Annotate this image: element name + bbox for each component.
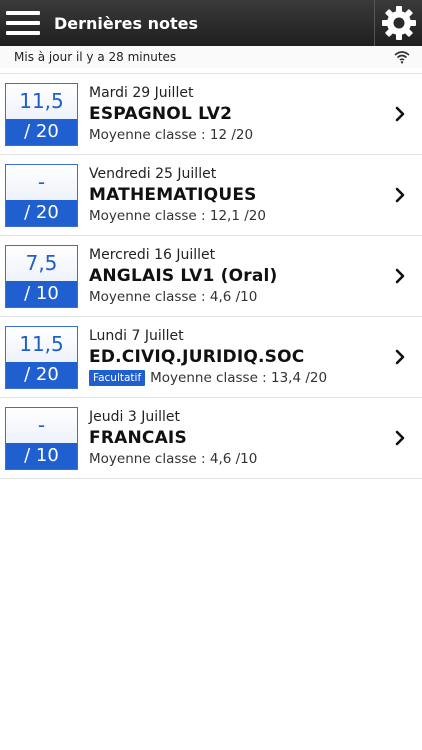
grade-box: - / 20 <box>5 163 78 227</box>
gear-icon <box>381 6 416 40</box>
page-title: Dernières notes <box>54 13 198 33</box>
grade-box: - / 10 <box>5 406 78 470</box>
grade-date: Vendredi 25 Juillet <box>89 166 217 182</box>
class-average-line: Moyenne classe : 4,6 /10 <box>89 288 392 306</box>
grade-date: Lundi 7 Juillet <box>89 328 184 344</box>
wifi-icon <box>394 51 410 64</box>
grade-scale: / 20 <box>6 118 77 145</box>
grade-scale: / 10 <box>6 280 77 307</box>
class-average: Moyenne classe : 13,4 /20 <box>150 370 328 386</box>
grades-list: 11,5 / 20 Mardi 29 Juillet ESPAGNOL LV2 … <box>0 73 422 479</box>
grade-row[interactable]: 11,5 / 20 Lundi 7 Juillet ED.CIVIQ.JURID… <box>0 317 422 398</box>
grade-box: 11,5 / 20 <box>5 82 78 146</box>
grade-value: 7,5 <box>6 245 77 281</box>
grade-row[interactable]: 11,5 / 20 Mardi 29 Juillet ESPAGNOL LV2 … <box>0 74 422 155</box>
grade-value: - <box>6 407 77 443</box>
grade-box: 7,5 / 10 <box>5 244 78 308</box>
last-updated-text: Mis à jour il y a 28 minutes <box>14 50 177 64</box>
grade-info: Jeudi 3 Juillet FRANCAIS Moyenne classe … <box>89 408 392 468</box>
class-average: Moyenne classe : 12 /20 <box>89 127 254 143</box>
chevron-right-icon <box>392 106 408 122</box>
grade-info: Vendredi 25 Juillet MATHEMATIQUES Moyenn… <box>89 165 392 225</box>
subject-name: MATHEMATIQUES <box>89 185 257 205</box>
grade-value: - <box>6 164 77 200</box>
class-average: Moyenne classe : 4,6 /10 <box>89 451 258 467</box>
grade-value: 11,5 <box>6 83 77 119</box>
grade-info: Mercredi 16 Juillet ANGLAIS LV1 (Oral) M… <box>89 246 392 306</box>
grade-box: 11,5 / 20 <box>5 325 78 389</box>
chevron-right-icon <box>392 187 408 203</box>
subject-name: ANGLAIS LV1 (Oral) <box>89 266 278 286</box>
grade-date: Mercredi 16 Juillet <box>89 247 216 263</box>
grade-scale: / 20 <box>6 361 77 388</box>
grade-row[interactable]: 7,5 / 10 Mercredi 16 Juillet ANGLAIS LV1… <box>0 236 422 317</box>
top-bar: Dernières notes <box>0 0 422 46</box>
status-row: Mis à jour il y a 28 minutes <box>0 46 422 68</box>
class-average-line: Facultatif Moyenne classe : 13,4 /20 <box>89 369 392 387</box>
class-average: Moyenne classe : 12,1 /20 <box>89 208 266 224</box>
grade-row[interactable]: - / 10 Jeudi 3 Juillet FRANCAIS Moyenne … <box>0 398 422 479</box>
settings-button[interactable] <box>374 0 422 46</box>
class-average-line: Moyenne classe : 12,1 /20 <box>89 207 392 225</box>
chevron-right-icon <box>392 268 408 284</box>
subject-name: ED.CIVIQ.JURIDIQ.SOC <box>89 347 305 367</box>
grade-info: Mardi 29 Juillet ESPAGNOL LV2 Moyenne cl… <box>89 84 392 144</box>
optional-badge: Facultatif <box>89 370 146 386</box>
class-average: Moyenne classe : 4,6 /10 <box>89 289 258 305</box>
grade-date: Jeudi 3 Juillet <box>89 409 180 425</box>
grade-value: 11,5 <box>6 326 77 362</box>
subject-name: FRANCAIS <box>89 428 187 448</box>
chevron-right-icon <box>392 430 408 446</box>
class-average-line: Moyenne classe : 4,6 /10 <box>89 450 392 468</box>
grade-row[interactable]: - / 20 Vendredi 25 Juillet MATHEMATIQUES… <box>0 155 422 236</box>
grade-scale: / 20 <box>6 199 77 226</box>
subject-name: ESPAGNOL LV2 <box>89 104 233 124</box>
grade-date: Mardi 29 Juillet <box>89 85 194 101</box>
class-average-line: Moyenne classe : 12 /20 <box>89 126 392 144</box>
hamburger-menu-icon[interactable] <box>0 0 46 46</box>
grade-info: Lundi 7 Juillet ED.CIVIQ.JURIDIQ.SOC Fac… <box>89 327 392 387</box>
grade-scale: / 10 <box>6 442 77 469</box>
chevron-right-icon <box>392 349 408 365</box>
